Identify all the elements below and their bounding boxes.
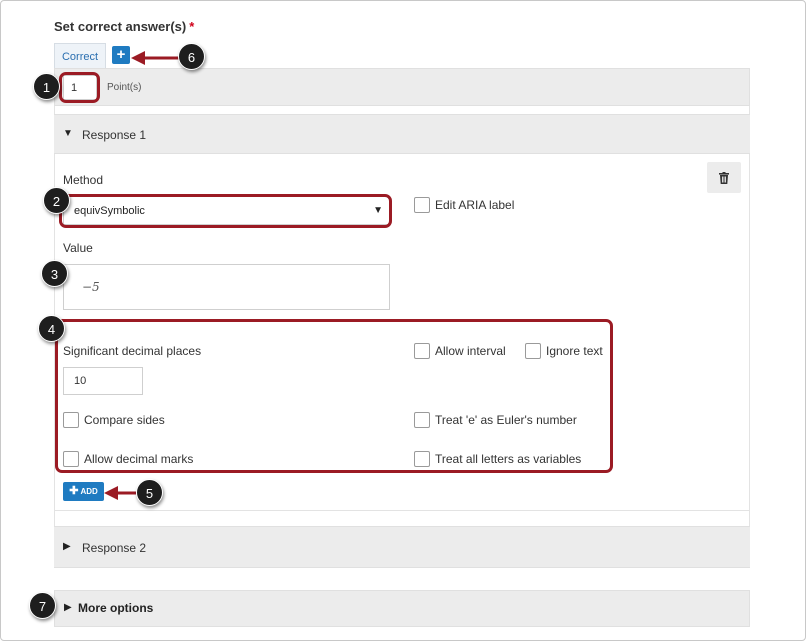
- add-tab-button[interactable]: +: [112, 46, 130, 64]
- response-1-header[interactable]: ▼ Response 1: [54, 114, 750, 154]
- annotation-badge-1: 1: [33, 73, 60, 100]
- sig-decimal-label: Significant decimal places: [63, 344, 202, 358]
- treat-letters-checkbox[interactable]: Treat all letters as variables: [414, 451, 581, 467]
- ignore-text-text: Ignore text: [546, 344, 603, 358]
- checkbox-box[interactable]: [63, 451, 79, 467]
- sig-decimal-input[interactable]: 10: [63, 367, 143, 395]
- caret-right-icon: ▶: [64, 602, 72, 613]
- response-1-title: Response 1: [82, 128, 147, 142]
- value-input[interactable]: −5: [63, 264, 390, 310]
- edit-aria-label-checkbox[interactable]: Edit ARIA label: [414, 197, 514, 213]
- annotation-badge-2: 2: [43, 187, 70, 214]
- allow-interval-checkbox[interactable]: Allow interval: [414, 343, 506, 359]
- compare-sides-text: Compare sides: [84, 413, 165, 427]
- checkbox-box[interactable]: [63, 412, 79, 428]
- response-2-title: Response 2: [82, 541, 147, 555]
- checkbox-box[interactable]: [525, 343, 541, 359]
- treat-e-text: Treat 'e' as Euler's number: [435, 413, 577, 427]
- treat-letters-text: Treat all letters as variables: [435, 452, 582, 466]
- more-options-header[interactable]: ▶ More options: [54, 590, 750, 627]
- trash-icon: [719, 172, 729, 184]
- allow-decimal-marks-checkbox[interactable]: Allow decimal marks: [63, 451, 193, 467]
- allow-decimal-marks-text: Allow decimal marks: [84, 452, 194, 466]
- annotation-badge-7: 7: [29, 592, 56, 619]
- response-2-header[interactable]: ▶ Response 2: [54, 526, 750, 568]
- caret-right-icon: ▶: [63, 541, 71, 552]
- add-response-button[interactable]: ✚ ADD: [63, 482, 104, 501]
- checkbox-box[interactable]: [414, 412, 430, 428]
- method-select[interactable]: equivSymbolic ▼: [63, 196, 390, 225]
- annotation-arrow-6: [131, 51, 179, 65]
- annotation-badge-6: 6: [178, 43, 205, 70]
- treat-e-checkbox[interactable]: Treat 'e' as Euler's number: [414, 412, 577, 428]
- method-value: equivSymbolic: [74, 205, 145, 217]
- allow-interval-text: Allow interval: [435, 344, 506, 358]
- dropdown-arrow-icon: ▼: [373, 205, 383, 216]
- points-label: Point(s): [107, 82, 142, 93]
- method-label: Method: [63, 173, 104, 187]
- points-bar: [54, 68, 750, 106]
- ignore-text-checkbox[interactable]: Ignore text: [525, 343, 603, 359]
- required-marker: *: [189, 19, 195, 34]
- annotation-badge-5: 5: [136, 479, 163, 506]
- delete-response-button[interactable]: [707, 162, 741, 193]
- checkbox-box[interactable]: [414, 451, 430, 467]
- plus-icon: ✚: [69, 485, 79, 497]
- compare-sides-checkbox[interactable]: Compare sides: [63, 412, 165, 428]
- annotation-arrow-5: [104, 486, 136, 500]
- annotation-badge-3: 3: [41, 260, 68, 287]
- edit-aria-label-text: Edit ARIA label: [435, 198, 515, 212]
- checkbox-box[interactable]: [414, 343, 430, 359]
- more-options-title: More options: [78, 601, 154, 615]
- divider: [54, 510, 750, 511]
- caret-down-icon: ▼: [63, 128, 73, 139]
- checkbox-box[interactable]: [414, 197, 430, 213]
- annotation-badge-4: 4: [38, 315, 65, 342]
- tab-correct[interactable]: Correct: [54, 43, 106, 68]
- section-title: Set correct answer(s) *: [54, 19, 195, 34]
- value-label: Value: [63, 241, 93, 255]
- points-input[interactable]: 1: [63, 75, 97, 100]
